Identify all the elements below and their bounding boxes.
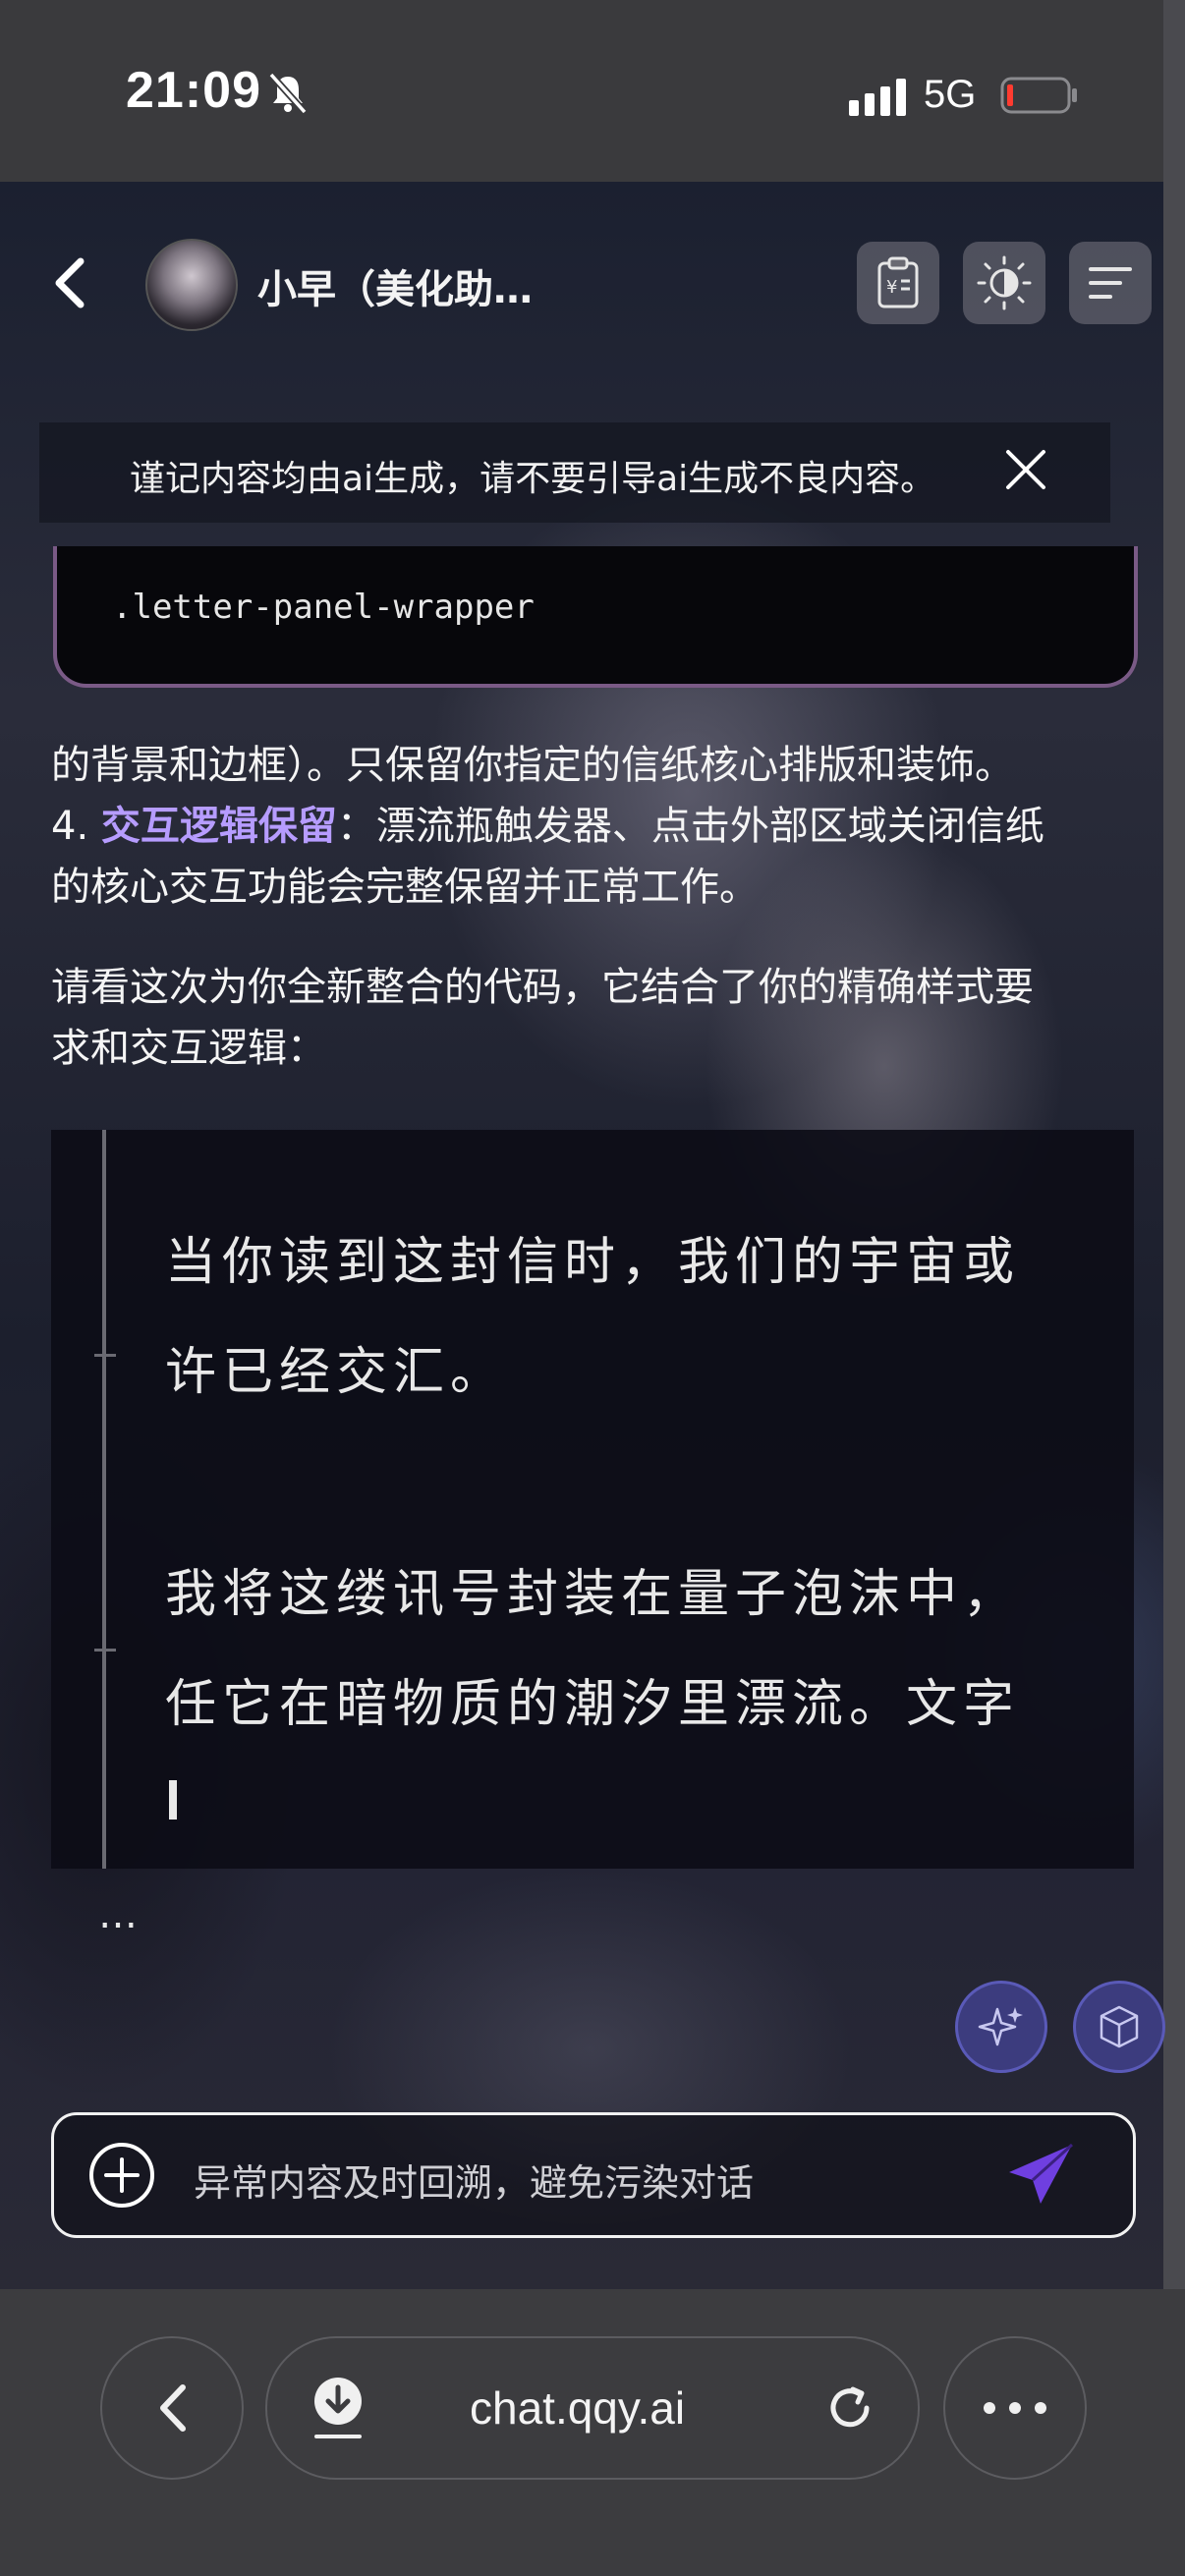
send-icon[interactable] [1003,2139,1078,2213]
silent-bell-icon [268,72,308,115]
message-line: 的背景和边框）。只保留你指定的信纸核心排版和装饰。 [51,743,1014,788]
text-caret [169,1780,177,1820]
url-text[interactable]: chat.qqy.ai [470,2381,685,2435]
sparkle-icon [978,2007,1023,2046]
back-arrow-icon[interactable] [45,253,96,312]
brightness-button[interactable] [963,242,1045,324]
loading-ellipsis: … [98,1892,140,1937]
code-block: .letter-panel-wrapper [53,546,1138,688]
message-input-bar[interactable]: 异常内容及时回溯，避免污染对话 [51,2112,1136,2238]
status-bar: 21:09 5G [0,0,1185,182]
letter-line: 任它在暗物质的潮汐里漂流。文字 [165,1675,1021,1734]
message-line: 求和交互逻辑： [51,1026,326,1071]
letter-line: 许已经交汇。 [165,1343,508,1402]
wallet-clipboard-icon: ¥ [877,256,919,308]
browser-more-button[interactable] [943,2336,1087,2480]
notice-text: 谨记内容均由ai生成，请不要引导ai生成不良内容。 [130,459,936,499]
svg-text:¥: ¥ [886,277,897,298]
list-item-title: 交互逻辑保留 [100,804,337,849]
signal-icon [849,79,906,116]
content-notice-banner: 谨记内容均由ai生成，请不要引导ai生成不良内容。 [39,422,1110,523]
network-type: 5G [924,73,977,116]
cube-icon [1100,2005,1139,2048]
list-number: 4. [51,804,89,849]
close-icon[interactable] [1002,446,1049,493]
list-item-4: 4. 交互逻辑保留：漂流瓶触发器、点击外部区域关闭信纸 [51,796,1142,857]
reload-icon[interactable] [823,2381,876,2435]
letter-line: 我将这缕讯号封装在量子泡沫中， [165,1565,1021,1624]
wallet-button[interactable]: ¥ [857,242,939,324]
message-line: 的核心交互功能会完整保留并正常工作。 [51,865,759,910]
chevron-left-icon [160,2384,186,2432]
add-circle-icon[interactable] [87,2141,156,2210]
preview-margin-line [102,1130,106,1869]
scroll-edge [1163,0,1185,2289]
sparkle-button[interactable] [955,1981,1047,2073]
code-line: .letter-panel-wrapper [112,588,535,627]
download-icon[interactable] [309,2376,367,2440]
message-line: 请看这次为你全新整合的代码，它结合了你的精确样式要 [51,965,1034,1010]
preview-tick [94,1649,116,1652]
list-item-text: ：漂流瓶触发器、点击外部区域关闭信纸 [336,804,1044,849]
battery-icon [1000,77,1077,114]
brightness-icon [977,255,1032,310]
status-time: 21:09 [126,62,261,119]
chat-title[interactable]: 小早（美化助… [257,257,533,314]
message-input-placeholder[interactable]: 异常内容及时回溯，避免污染对话 [194,2153,754,2207]
preview-tick [94,1354,116,1357]
browser-back-button[interactable] [100,2336,244,2480]
more-dots-icon [984,2402,1046,2414]
address-bar[interactable]: chat.qqy.ai [265,2336,920,2480]
letter-line: 当你读到这封信时，我们的宇宙或 [165,1233,1021,1292]
cube-button[interactable] [1073,1981,1165,2073]
avatar[interactable] [145,239,238,331]
letter-preview-panel[interactable]: 当你读到这封信时，我们的宇宙或 许已经交汇。 我将这缕讯号封装在量子泡沫中， 任… [51,1130,1134,1869]
menu-lines-icon [1089,267,1132,299]
menu-button[interactable] [1069,242,1152,324]
